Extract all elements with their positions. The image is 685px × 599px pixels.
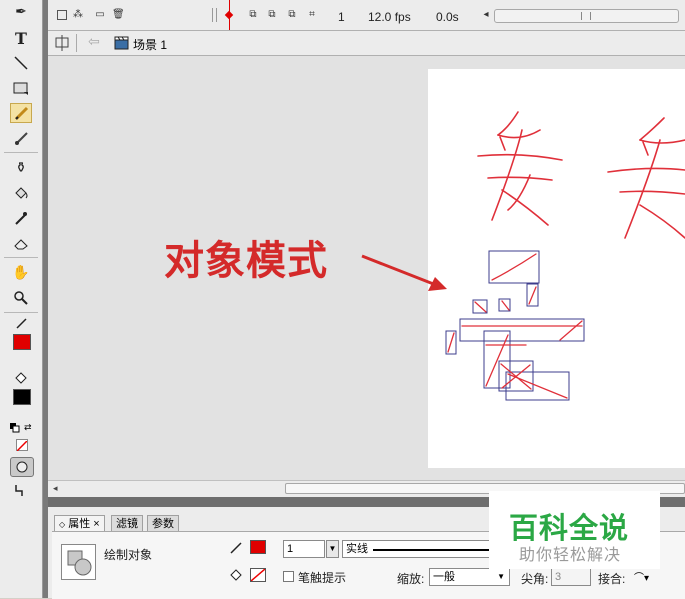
scale-value: 一般 <box>433 571 455 583</box>
stroke-size-input[interactable]: 1 <box>283 540 325 558</box>
tab-properties-label: 属性 <box>68 518 91 530</box>
panel-collapse-icon[interactable]: ◇ <box>59 520 65 529</box>
watermark-subtitle: 助你轻松解决 <box>519 545 622 564</box>
stroke-color-picker[interactable] <box>250 540 266 554</box>
tip-input[interactable]: 3 <box>551 568 591 586</box>
scale-select[interactable]: 一般 ▼ <box>429 568 510 586</box>
join-style-icon[interactable]: ⌒▾ <box>634 569 652 585</box>
fill-color-picker[interactable] <box>250 568 266 582</box>
stroke-size-dropdown-icon[interactable]: ▼ <box>326 540 339 558</box>
stroke-style-preview <box>373 549 491 551</box>
tab-parameters[interactable]: 参数 <box>147 515 179 532</box>
stroke-hint-checkbox[interactable] <box>283 571 294 582</box>
annotation-label: 对象模式 <box>164 238 328 284</box>
scale-label: 缩放: <box>397 572 425 586</box>
object-type-label: 绘制对象 <box>104 548 153 562</box>
stroke-style-label: 实线 <box>346 543 368 555</box>
tab-close-icon[interactable]: × <box>93 518 99 530</box>
stroke-hint-label: 笔触提示 <box>298 571 347 585</box>
tab-filters[interactable]: 滤镜 <box>111 515 143 532</box>
scale-dropdown-icon: ▼ <box>497 572 505 581</box>
join-label: 接合: <box>598 572 626 586</box>
stroke-pencil-icon <box>229 541 243 555</box>
object-thumbnail-icon <box>61 544 96 580</box>
handwritten-char-1 <box>477 111 563 226</box>
object-strokes <box>447 253 583 399</box>
tab-properties[interactable]: ◇ 属性 × <box>54 515 105 532</box>
watermark: 百科全说 助你轻松解决 <box>489 491 660 569</box>
handwritten-char-2 <box>607 117 685 239</box>
annotation-arrow <box>361 254 447 291</box>
tab-parameters-label: 参数 <box>152 518 174 530</box>
tip-label: 尖角: <box>521 572 549 586</box>
fill-bucket-icon <box>229 568 243 582</box>
stroke-style-select[interactable]: 实线 <box>342 540 492 558</box>
scroll-left-arrow-icon[interactable]: ◂ <box>53 483 58 494</box>
tab-filters-label: 滤镜 <box>116 518 138 530</box>
